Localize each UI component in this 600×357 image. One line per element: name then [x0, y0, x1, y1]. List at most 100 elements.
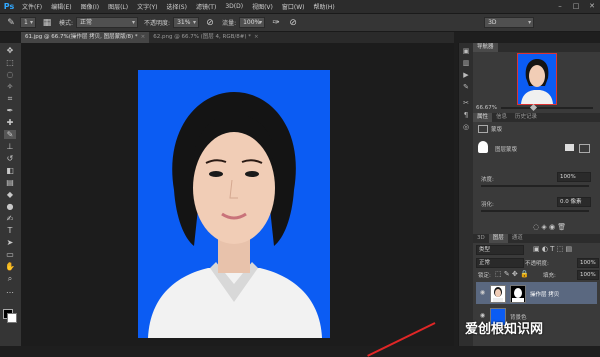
layer-mask-icon [478, 141, 488, 153]
mask-actions-icons[interactable]: ◌ ◈ ◉ 🗑 [533, 223, 566, 231]
density-input[interactable]: 100% [557, 172, 591, 182]
adjustments-icon[interactable]: ◎ [461, 123, 471, 132]
brush-tool-preset-icon[interactable]: ✎ [5, 17, 17, 29]
tool-presets-icon[interactable]: ✂ [461, 99, 471, 108]
quick-select-tool-icon[interactable]: ✧ [4, 82, 16, 91]
pen-tool-icon[interactable]: ✍ [4, 214, 16, 223]
select-pixel-mask-icon[interactable] [565, 144, 574, 151]
zoom-tool-icon[interactable]: ⌕ [4, 274, 16, 283]
feather-input[interactable]: 0.0 像素 [557, 197, 591, 207]
tab-channels[interactable]: 通道 [508, 234, 527, 243]
actions-icon[interactable]: ▶ [461, 71, 471, 80]
navigator-zoom-knob[interactable] [529, 103, 538, 112]
layer-filter-select[interactable]: 类型 [476, 245, 524, 255]
opacity-label: 不透明度: [144, 20, 171, 27]
menu-edit[interactable]: 编辑(E) [51, 2, 71, 11]
character-icon[interactable]: ¶ [461, 111, 471, 120]
flow-label: 流量: [222, 20, 237, 27]
menu-filter[interactable]: 滤镜(T) [196, 2, 216, 11]
menu-3d[interactable]: 3D(D) [225, 3, 243, 10]
minimize-button[interactable]: – [552, 0, 568, 13]
menu-select[interactable]: 选择(S) [166, 2, 187, 11]
tab-label: 62.png @ 66.7% (图层 4, RGB/8#) * [153, 34, 252, 40]
background-color-swatch[interactable] [7, 313, 17, 323]
layer-thumbnail [490, 285, 506, 303]
menu-file[interactable]: 文件(F) [22, 2, 42, 11]
more-tools-icon[interactable]: … [4, 286, 16, 295]
mode-select[interactable]: 正常 [76, 17, 139, 28]
layer-filter-icons[interactable]: ▣ ◐ T ⬚ ▤ [533, 245, 572, 253]
portrait-image [148, 92, 322, 338]
pressure-size-icon[interactable]: ⊘ [287, 17, 299, 29]
tab-properties[interactable]: 属性 [473, 113, 493, 122]
brush-panel-icon[interactable]: ▦ [41, 17, 53, 29]
mask-type-icon [478, 125, 488, 133]
options-bar: ✎ 1 ▦ 模式: 正常 不透明度: 31% ⊘ 流量: 100% ✑ ⊘ 3D [0, 14, 600, 32]
hand-tool-icon[interactable]: ✋ [4, 262, 16, 271]
navigator-zoom-slider[interactable] [501, 107, 593, 109]
eyedropper-tool-icon[interactable]: ✒ [4, 106, 16, 115]
close-button[interactable]: ✕ [584, 0, 600, 13]
tab-layers[interactable]: 图层 [488, 234, 508, 243]
menu-window[interactable]: 窗口(W) [282, 2, 305, 11]
lasso-tool-icon[interactable]: ◌ [4, 70, 16, 79]
menu-image[interactable]: 图像(I) [81, 2, 99, 11]
document-tabs: 61.jpg @ 66.7%(操作层 拷贝, 图层蒙版/8) * × 62.png… [21, 32, 454, 43]
document-photo[interactable] [138, 70, 330, 338]
navigator-preview[interactable] [517, 53, 557, 105]
healing-brush-tool-icon[interactable]: ✚ [4, 118, 16, 127]
history-brush-tool-icon[interactable]: ↺ [4, 154, 16, 163]
menu-help[interactable]: 帮助(H) [314, 2, 335, 11]
navigator-thumbnail [521, 59, 553, 104]
visibility-eye-icon[interactable]: ◉ [479, 289, 486, 296]
tab-3d[interactable]: 3D [473, 234, 489, 243]
clone-stamp-tool-icon[interactable]: ⊥ [4, 142, 16, 151]
photoshop-logo: Ps [3, 2, 15, 11]
feather-label: 羽化: [481, 202, 494, 208]
type-tool-icon[interactable]: T [4, 226, 16, 235]
tab-info[interactable]: 信息 [492, 113, 511, 122]
eraser-tool-icon[interactable]: ◧ [4, 166, 16, 175]
maximize-button[interactable]: □ [568, 0, 584, 13]
workspace-select[interactable]: 3D [484, 17, 535, 28]
flow-input[interactable]: 100% [239, 17, 266, 28]
menu-view[interactable]: 视图(V) [252, 2, 273, 11]
layer-name[interactable]: 操作层 拷贝 [530, 290, 559, 298]
opacity-input[interactable]: 31% [173, 17, 200, 28]
properties-panel-tabs: 属性 信息 历史记录 [473, 113, 600, 122]
marquee-tool-icon[interactable]: ⬚ [4, 58, 16, 67]
history-icon[interactable]: ▥ [461, 59, 471, 68]
navigator-icon[interactable]: ▣ [461, 47, 471, 56]
layer-mask-label: 图层蒙版 [495, 147, 518, 153]
blur-tool-icon[interactable]: ◆ [4, 190, 16, 199]
tab-61-jpg[interactable]: 61.jpg @ 66.7%(操作层 拷贝, 图层蒙版/8) * × [21, 32, 150, 43]
menu-type[interactable]: 文字(Y) [137, 2, 157, 11]
airbrush-icon[interactable]: ✑ [270, 17, 282, 29]
select-vector-mask-icon[interactable] [579, 144, 590, 153]
brush-size-picker[interactable]: 1 [20, 17, 36, 28]
tab-62-png[interactable]: 62.png @ 66.7% (图层 4, RGB/8#) * × [149, 32, 262, 43]
navigator-zoom-value[interactable]: 66.67% [476, 105, 497, 111]
path-select-tool-icon[interactable]: ➤ [4, 238, 16, 247]
layer-row[interactable]: ◉ 操作层 拷贝 [476, 282, 597, 304]
blend-mode-select[interactable]: 正常 [476, 258, 524, 268]
brush-tool-icon[interactable]: ✎ [4, 130, 16, 139]
shape-tool-icon[interactable]: ▭ [4, 250, 16, 259]
dodge-tool-icon[interactable]: ● [4, 202, 16, 211]
layer-mask-thumbnail[interactable] [510, 285, 526, 303]
menu-layer[interactable]: 图层(L) [108, 2, 128, 11]
layer-opacity-input[interactable]: 100% [577, 258, 599, 268]
fill-input[interactable]: 100% [577, 270, 599, 280]
tab-history[interactable]: 历史记录 [511, 113, 541, 122]
tab-navigator[interactable]: 导航器 [473, 43, 498, 52]
crop-tool-icon[interactable]: ⌗ [4, 94, 16, 103]
close-icon[interactable]: × [254, 34, 259, 40]
pressure-opacity-icon[interactable]: ⊘ [204, 17, 216, 29]
gradient-tool-icon[interactable]: ▤ [4, 178, 16, 187]
lock-icons[interactable]: ⬚ ✎ ✥ 🔒 [495, 270, 529, 278]
brush-presets-icon[interactable]: ✎ [461, 83, 471, 92]
feather-slider[interactable] [481, 210, 589, 212]
close-icon[interactable]: × [141, 34, 146, 40]
density-slider[interactable] [481, 185, 589, 187]
move-tool-icon[interactable]: ✥ [4, 46, 16, 55]
